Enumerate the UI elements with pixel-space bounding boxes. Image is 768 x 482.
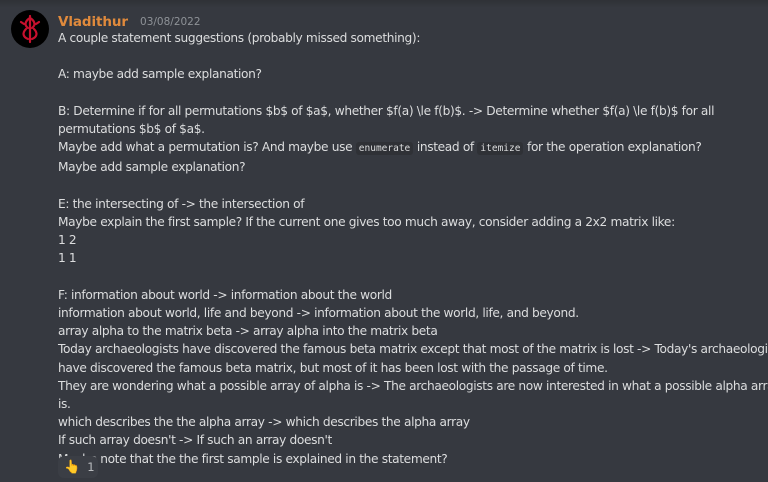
message-line xyxy=(58,177,764,195)
message-line: information about world, life and beyond… xyxy=(58,305,579,320)
message-text: instead of xyxy=(416,140,474,155)
message-line: have discovered the famous beta matrix, … xyxy=(58,360,608,375)
message-content: A couple statement suggestions (probably… xyxy=(58,29,768,468)
message-line: E: the intersecting of -> the intersecti… xyxy=(58,196,305,211)
reaction-count: 1 xyxy=(87,460,95,474)
message-line: Maybe add sample explanation? xyxy=(58,160,246,175)
message-line-with-code: Maybe add what a permutation is? And may… xyxy=(58,138,764,158)
inline-code: enumerate xyxy=(355,142,414,156)
message-line: which describes the the alpha array -> w… xyxy=(58,415,470,430)
inline-code: itemize xyxy=(477,142,524,156)
chat-message: Vladithur 03/08/2022 A couple statement … xyxy=(0,0,768,482)
username[interactable]: Vladithur xyxy=(58,14,128,30)
pointing-up-hand-icon: 👆 xyxy=(64,459,81,475)
message-line: array alpha to the matrix beta -> array … xyxy=(58,324,438,339)
message-line xyxy=(58,47,764,65)
message-line: is. xyxy=(58,397,71,411)
message-line: F: information about world -> informatio… xyxy=(58,287,392,302)
message-text: for the operation explanation? xyxy=(527,140,702,155)
timestamp: 03/08/2022 xyxy=(140,16,201,28)
message-line xyxy=(58,84,764,102)
message-line: They are wondering what a possible array… xyxy=(58,378,768,393)
message-text: Maybe add what a permutation is? And may… xyxy=(58,140,353,155)
user-avatar[interactable] xyxy=(11,10,49,48)
message-line: permutations $b$ of $a$. xyxy=(58,121,205,136)
message-line xyxy=(58,268,764,286)
reaction-button[interactable]: 👆 1 xyxy=(58,456,98,478)
message-line: B: Determine if for all permutations $b$… xyxy=(58,103,715,118)
message-line: Today archaeologists have discovered the… xyxy=(58,342,768,357)
message-line: A: maybe add sample explanation? xyxy=(58,67,262,82)
message-header: Vladithur 03/08/2022 xyxy=(58,11,201,31)
message-line: Maybe note that the the first sample is … xyxy=(58,451,448,466)
message-line: 1 2 xyxy=(58,233,77,248)
message-line: A couple statement suggestions (probably… xyxy=(58,31,421,45)
message-line: Maybe explain the first sample? If the c… xyxy=(58,214,675,229)
berserk-brand-icon xyxy=(19,14,41,44)
message-line: If such array doesn't -> If such an arra… xyxy=(58,433,332,448)
message-line: 1 1 xyxy=(58,251,77,266)
